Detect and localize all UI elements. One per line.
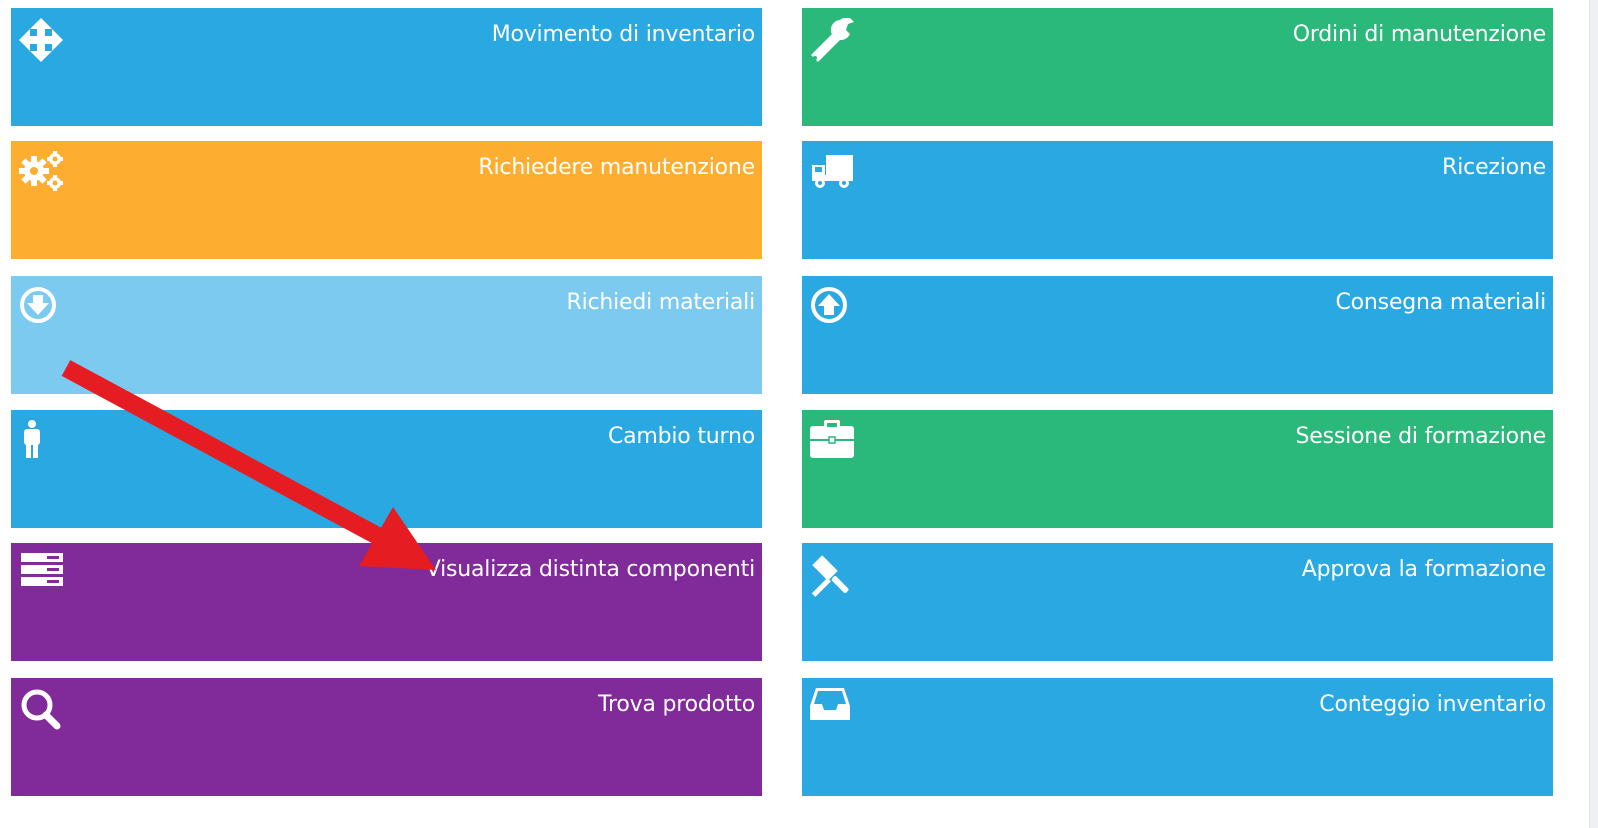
download-circle-icon [19,286,69,336]
tile-consegna-materiali[interactable]: Consegna materiali [802,276,1553,394]
tile-label: Ricezione [1442,155,1546,180]
tile-label: Richiedere manutenzione [478,155,755,180]
tile-label: Conteggio inventario [1319,692,1546,717]
tile-cambio-turno[interactable]: Cambio turno [11,410,762,528]
gavel-icon [810,553,860,603]
tile-sessione-formazione[interactable]: Sessione di formazione [802,410,1553,528]
tile-visualizza-distinta-componenti[interactable]: Visualizza distinta componenti [11,543,762,661]
tile-label: Trova prodotto [597,692,755,717]
tile-approva-formazione[interactable]: Approva la formazione [802,543,1553,661]
tile-conteggio-inventario[interactable]: Conteggio inventario [802,678,1553,796]
tile-movimento-inventario[interactable]: Movimento di inventario [11,8,762,126]
tile-label: Richiedi materiali [566,290,756,315]
briefcase-icon [810,420,860,470]
tile-label: Consegna materiali [1335,290,1547,315]
tile-label: Cambio turno [607,424,755,449]
tile-ordini-manutenzione[interactable]: Ordini di manutenzione [802,8,1553,126]
truck-icon [810,151,860,201]
inbox-tray-icon [810,688,860,738]
search-icon [19,688,69,738]
tile-trova-prodotto[interactable]: Trova prodotto [11,678,762,796]
tile-label: Visualizza distinta componenti [425,557,755,582]
person-icon [19,420,69,470]
gears-icon [19,151,69,201]
wrench-icon [810,18,860,68]
tile-richiedere-manutenzione[interactable]: Richiedere manutenzione [11,141,762,259]
tile-label: Movimento di inventario [491,22,756,47]
tile-label: Sessione di formazione [1295,424,1546,449]
tile-ricezione[interactable]: Ricezione [802,141,1553,259]
tile-richiedi-materiali[interactable]: Richiedi materiali [11,276,762,394]
tile-label: Ordini di manutenzione [1292,22,1546,47]
upload-circle-icon [810,286,860,336]
move-arrows-icon [19,18,69,68]
scrollbar-track[interactable] [1589,0,1598,828]
tile-label: Approva la formazione [1301,557,1546,582]
server-list-icon [19,553,69,603]
